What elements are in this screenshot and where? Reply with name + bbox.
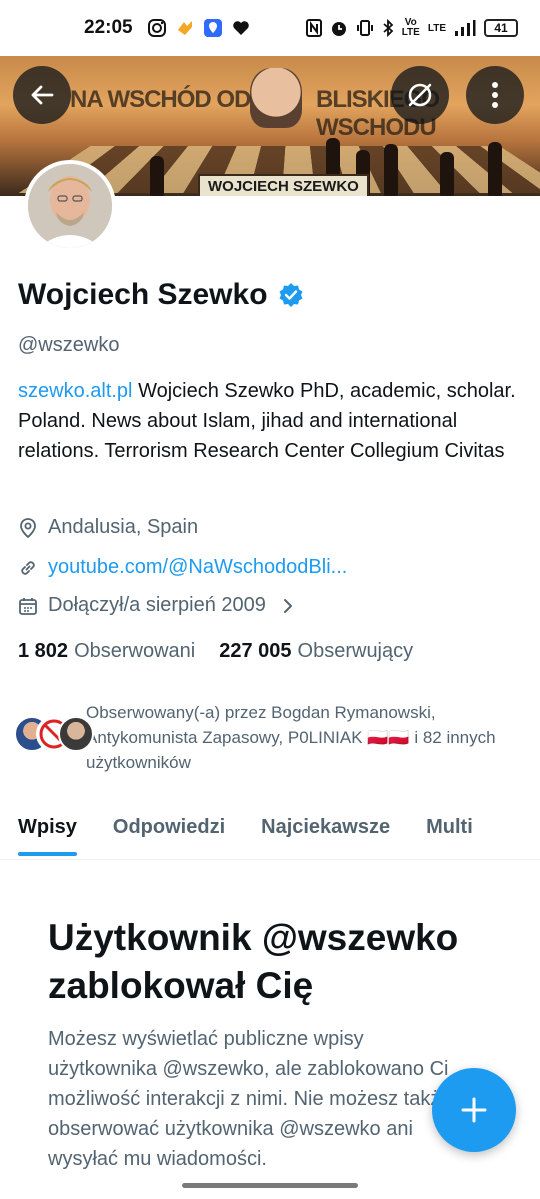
status-icons: Vo LTE LTE 41 [305,17,518,38]
app-icon [177,21,192,35]
more-button[interactable] [466,66,524,124]
tab-najciekawsze[interactable]: Najciekawsze [243,798,408,859]
following-stat[interactable]: 1 802 Obserwowani [18,640,195,663]
bio-link[interactable]: szewko.alt.pl [18,380,133,402]
handle: @wszewko [18,334,120,356]
instagram-icon [147,19,166,37]
plus-icon [461,1097,487,1123]
tab-odpowiedzi[interactable]: Odpowiedzi [95,798,243,859]
followed-by[interactable]: Obserwowany(-a) przez Bogdan Rymanowski,… [14,700,526,775]
location-pin-icon [20,517,36,538]
followed-by-text: Obserwowany(-a) przez Bogdan Rymanowski,… [86,703,496,772]
network-type: LTE [427,22,446,34]
heart-icon [232,21,249,35]
followed-by-avatars [14,716,94,756]
chess-piece [440,152,454,196]
location-row: Andalusia, Spain [18,516,198,539]
chess-piece [488,142,502,196]
blocked-body: Możesz wyświetlać publiczne wpisy użytko… [48,1028,452,1170]
followers-label: Obserwujący [297,640,414,662]
avatar [58,716,94,752]
profile-tabs: Wpisy Odpowiedzi Najciekawsze Multi [0,798,540,860]
back-button[interactable] [13,66,71,124]
display-name: Wojciech Szewko [18,278,268,311]
joined-text: Dołączył/a sierpień 2009 [48,594,266,616]
status-time: 22:05 [84,17,133,38]
calendar-icon [19,597,37,615]
banner-portrait [250,68,302,128]
banner-text-left: NA WSCHÓD OD [70,86,251,113]
avatar-photo [28,164,112,248]
blocked-title: Użytkownik @wszewko zablokował Cię [48,917,459,1006]
chess-piece [150,156,164,196]
link-icon [21,560,35,575]
nfc-icon [305,19,322,37]
follow-stats: 1 802 Obserwowani 227 005 Obserwujący [18,640,413,663]
location-icon [203,19,222,37]
joined-row[interactable]: Dołączył/a sierpień 2009 [18,594,298,617]
name-row: Wojciech Szewko [18,278,304,312]
bluetooth-icon [383,19,394,37]
tab-wpisy[interactable]: Wpisy [0,798,95,859]
volte-icon: Vo LTE [401,17,420,38]
tab-multimedia[interactable]: Multi [408,798,491,859]
following-label: Obserwowani [74,640,196,662]
grok-button[interactable] [391,66,449,124]
vibrate-icon [356,20,373,36]
bio: szewko.alt.pl Wojciech Szewko PhD, acade… [18,376,522,466]
followers-count: 227 005 [219,640,292,662]
status-bar: 22:05 Vo LTE LTE 41 [0,0,540,56]
signal-icon [455,20,476,36]
followers-stat[interactable]: 227 005 Obserwujący [219,640,413,663]
home-indicator[interactable] [182,1183,358,1188]
more-vertical-icon [492,82,498,108]
website-link[interactable]: youtube.com/@NaWschododBli... [48,556,347,579]
grok-icon [408,83,432,107]
avatar[interactable] [24,160,116,252]
verified-badge-icon[interactable] [278,282,304,308]
chevron-right-icon [283,598,292,613]
website-row: youtube.com/@NaWschododBli... [18,556,347,579]
compose-button[interactable] [432,1068,516,1152]
location-text: Andalusia, Spain [48,516,199,538]
battery-icon: 41 [484,19,518,37]
chess-piece [384,144,398,196]
banner-name-plate: WOJCIECH SZEWKO [198,174,369,196]
alarm-icon [331,22,346,36]
back-arrow-icon [31,85,54,105]
following-count: 1 802 [18,640,69,662]
